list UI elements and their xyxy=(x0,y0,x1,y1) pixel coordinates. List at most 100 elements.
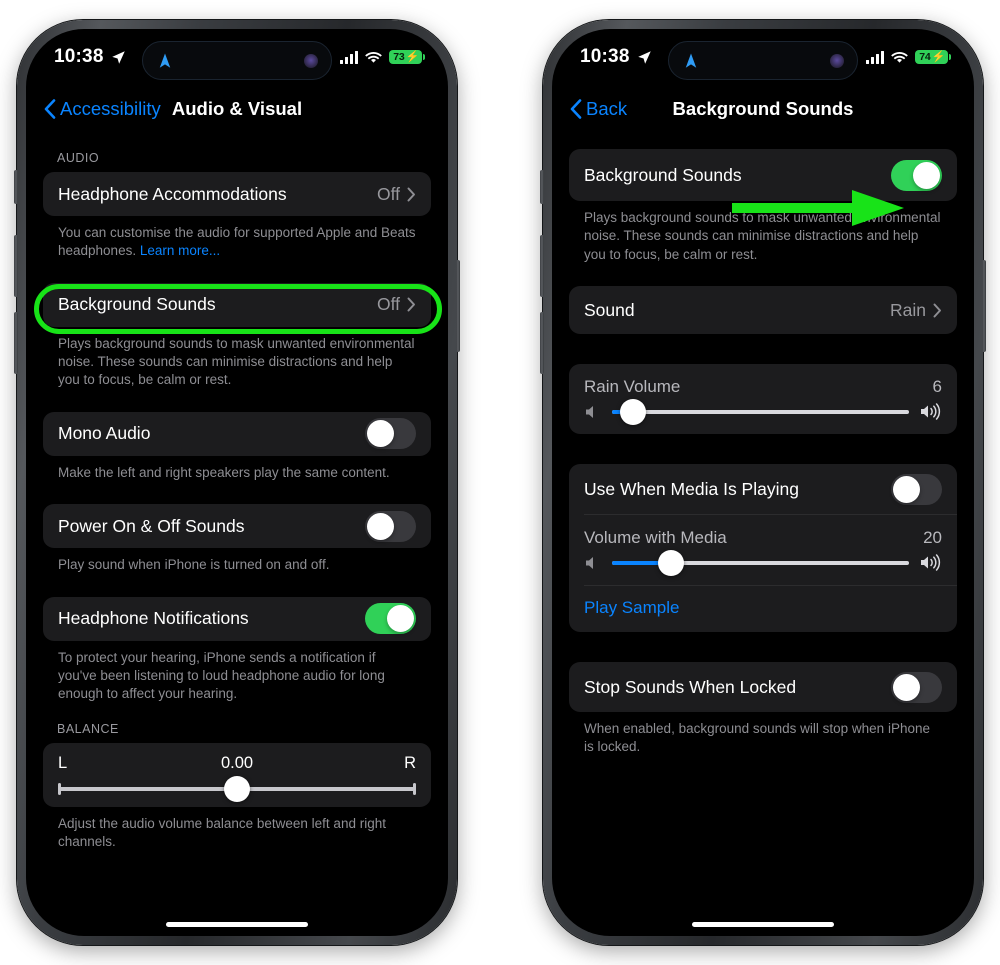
status-bar-right: 10:38 74 ⚡ xyxy=(552,29,974,85)
learn-more-link[interactable]: Learn more... xyxy=(140,243,220,258)
volume-up-button[interactable] xyxy=(14,235,18,297)
navigation-arrow-icon xyxy=(159,53,171,68)
back-button-label: Accessibility xyxy=(60,98,161,119)
row-background-sounds[interactable]: Background Sounds Off xyxy=(43,283,431,327)
row-stop-when-locked[interactable]: Stop Sounds When Locked xyxy=(569,662,957,712)
footnote-power-sounds: Play sound when iPhone is turned on and … xyxy=(58,557,330,573)
cellular-bars-icon xyxy=(340,50,359,64)
cellular-bars-icon xyxy=(866,50,885,64)
row-label: Headphone Accommodations xyxy=(58,183,287,204)
volume-up-button[interactable] xyxy=(540,235,544,297)
row-label: Background Sounds xyxy=(58,294,216,315)
footnote-balance: Adjust the audio volume balance between … xyxy=(58,815,386,849)
volume-with-media-knob[interactable] xyxy=(658,549,685,576)
section-header-audio: AUDIO xyxy=(57,151,100,165)
home-indicator[interactable] xyxy=(692,922,834,927)
row-background-sounds-toggle[interactable]: Background Sounds xyxy=(569,149,957,201)
dynamic-island[interactable] xyxy=(142,41,332,80)
rain-volume-slider-row[interactable] xyxy=(569,398,957,434)
volume-with-media-slider-row[interactable] xyxy=(569,549,957,585)
row-value: Off xyxy=(376,183,400,204)
speaker-high-icon xyxy=(921,554,941,571)
toggle-knob xyxy=(367,420,394,448)
play-sample-button[interactable]: Play Sample xyxy=(569,586,957,632)
card-background-sounds-toggle: Background Sounds xyxy=(569,149,957,201)
back-button[interactable]: Back xyxy=(570,98,627,120)
screen-left: 10:38 73 ⚡ Accessibility Audio & Visual … xyxy=(26,29,448,936)
settings-list-left: AUDIO Headphone Accommodations Off You c… xyxy=(26,133,448,936)
power-button[interactable] xyxy=(456,260,460,352)
back-button-label: Back xyxy=(586,98,628,119)
balance-slider[interactable] xyxy=(43,773,431,802)
toggle-knob xyxy=(913,161,940,189)
settings-list-right: Background Sounds Plays background sound… xyxy=(552,133,974,936)
camera-dot-icon xyxy=(830,53,844,68)
location-arrow-icon xyxy=(111,50,125,64)
chevron-right-icon xyxy=(407,187,415,201)
dynamic-island[interactable] xyxy=(668,41,858,80)
wifi-icon xyxy=(365,51,383,63)
lightning-bolt-icon: ⚡ xyxy=(405,50,420,63)
chevron-right-icon xyxy=(407,297,415,312)
footnote-stop-when-locked: When enabled, background sounds will sto… xyxy=(584,721,930,755)
row-value: Rain xyxy=(890,299,926,320)
speaker-low-icon xyxy=(586,405,593,418)
row-headphone-accommodations[interactable]: Headphone Accommodations Off xyxy=(43,172,431,216)
card-rain-volume: Rain Volume 6 xyxy=(569,364,957,435)
card-headphone-accommodations: Headphone Accommodations Off xyxy=(43,172,431,216)
volume-down-button[interactable] xyxy=(540,312,544,374)
toggle-background-sounds[interactable] xyxy=(891,159,942,191)
row-label: Headphone Notifications xyxy=(58,608,249,629)
row-use-when-media[interactable]: Use When Media Is Playing xyxy=(569,464,957,514)
rain-volume-header: Rain Volume 6 xyxy=(569,364,957,399)
balance-track[interactable] xyxy=(58,775,416,802)
volume-with-media-track[interactable] xyxy=(612,549,909,576)
footnote-headphone-notifications: To protect your hearing, iPhone sends a … xyxy=(58,649,385,702)
location-arrow-icon xyxy=(637,50,651,64)
rain-volume-value: 6 xyxy=(932,377,942,397)
toggle-knob xyxy=(387,605,414,633)
volume-with-media-value: 20 xyxy=(923,528,942,548)
volume-with-media-header: Volume with Media 20 xyxy=(569,515,957,550)
row-mono-audio[interactable]: Mono Audio xyxy=(43,412,431,456)
footnote-headphone-accommodations: You can customise the audio for supporte… xyxy=(43,216,431,261)
rain-volume-label: Rain Volume xyxy=(584,377,681,397)
screenshot-stage: 10:38 73 ⚡ Accessibility Audio & Visual … xyxy=(0,0,1000,965)
volume-with-media-label: Volume with Media xyxy=(584,528,727,548)
home-indicator[interactable] xyxy=(166,922,308,927)
toggle-power-sounds[interactable] xyxy=(365,510,416,542)
card-stop-when-locked: Stop Sounds When Locked xyxy=(569,662,957,713)
battery-indicator: 74 ⚡ xyxy=(915,50,951,64)
row-power-sounds[interactable]: Power On & Off Sounds xyxy=(43,504,431,548)
toggle-mono-audio[interactable] xyxy=(365,418,416,450)
card-headphone-notifications: Headphone Notifications xyxy=(43,596,431,641)
card-media: Use When Media Is Playing Volume with Me… xyxy=(569,464,957,633)
row-label: Background Sounds xyxy=(584,164,742,185)
rain-volume-knob[interactable] xyxy=(619,398,646,425)
toggle-knob xyxy=(893,475,920,503)
card-background-sounds: Background Sounds Off xyxy=(43,282,431,327)
toggle-stop-when-locked[interactable] xyxy=(891,671,942,703)
row-label: Sound xyxy=(584,299,635,320)
navigation-arrow-icon xyxy=(685,53,697,68)
status-bar-left: 10:38 73 ⚡ xyxy=(26,29,448,85)
silent-switch[interactable] xyxy=(14,170,18,204)
chevron-right-icon xyxy=(933,303,941,318)
speaker-low-icon xyxy=(586,556,593,569)
back-button-accessibility[interactable]: Accessibility xyxy=(44,98,161,120)
row-label: Use When Media Is Playing xyxy=(584,478,799,499)
row-headphone-notifications[interactable]: Headphone Notifications xyxy=(43,597,431,641)
power-button[interactable] xyxy=(982,260,986,352)
volume-down-button[interactable] xyxy=(14,312,18,374)
toggle-headphone-notifications[interactable] xyxy=(365,603,416,635)
balance-slider-knob[interactable] xyxy=(224,775,250,802)
row-value: Off xyxy=(376,294,400,315)
toggle-use-when-media[interactable] xyxy=(891,473,942,505)
footnote-background-sounds: Plays background sounds to mask unwanted… xyxy=(584,210,941,262)
row-sound[interactable]: Sound Rain xyxy=(569,286,957,334)
rain-volume-track[interactable] xyxy=(612,398,909,425)
battery-indicator: 73 ⚡ xyxy=(389,50,425,64)
silent-switch[interactable] xyxy=(540,170,544,204)
iphone-right: 10:38 74 ⚡ Back Background Sounds Backgr… xyxy=(540,20,986,945)
battery-percent: 73 xyxy=(393,51,405,63)
